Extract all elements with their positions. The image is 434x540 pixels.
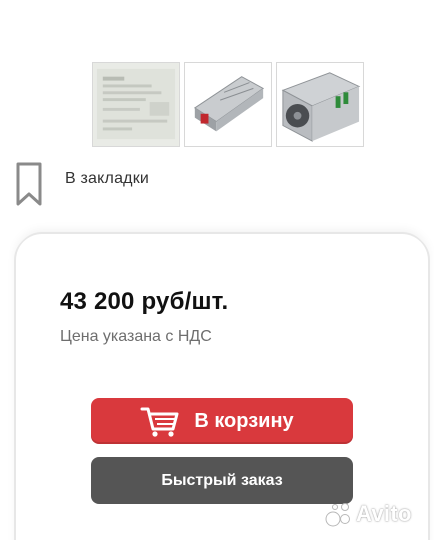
bookmark-label: В закладки <box>65 170 150 187</box>
avito-watermark: Avito <box>324 499 412 529</box>
bookmark-icon <box>16 162 42 206</box>
image-gallery <box>92 62 364 147</box>
thumbnail-3[interactable] <box>276 62 364 147</box>
quick-order-button[interactable]: Быстрый заказ <box>91 457 353 504</box>
quick-order-label: Быстрый заказ <box>161 471 283 489</box>
product-label-photo <box>93 63 179 146</box>
add-to-cart-button[interactable]: В корзину <box>91 398 353 444</box>
bookmark-button[interactable]: В закладки <box>14 160 149 208</box>
thumbnail-2[interactable] <box>184 62 272 147</box>
cart-icon <box>140 407 179 437</box>
power-supply-side-photo <box>185 63 271 146</box>
avito-watermark-text: Avito <box>356 501 412 526</box>
price: 43 200 руб/шт. <box>60 288 229 315</box>
thumbnail-1[interactable] <box>92 62 180 147</box>
add-to-cart-label: В корзину <box>194 409 294 432</box>
avito-logo-icon <box>325 503 350 527</box>
power-supply-fan-photo <box>277 63 363 146</box>
price-vat-note: Цена указана с НДС <box>60 328 212 345</box>
